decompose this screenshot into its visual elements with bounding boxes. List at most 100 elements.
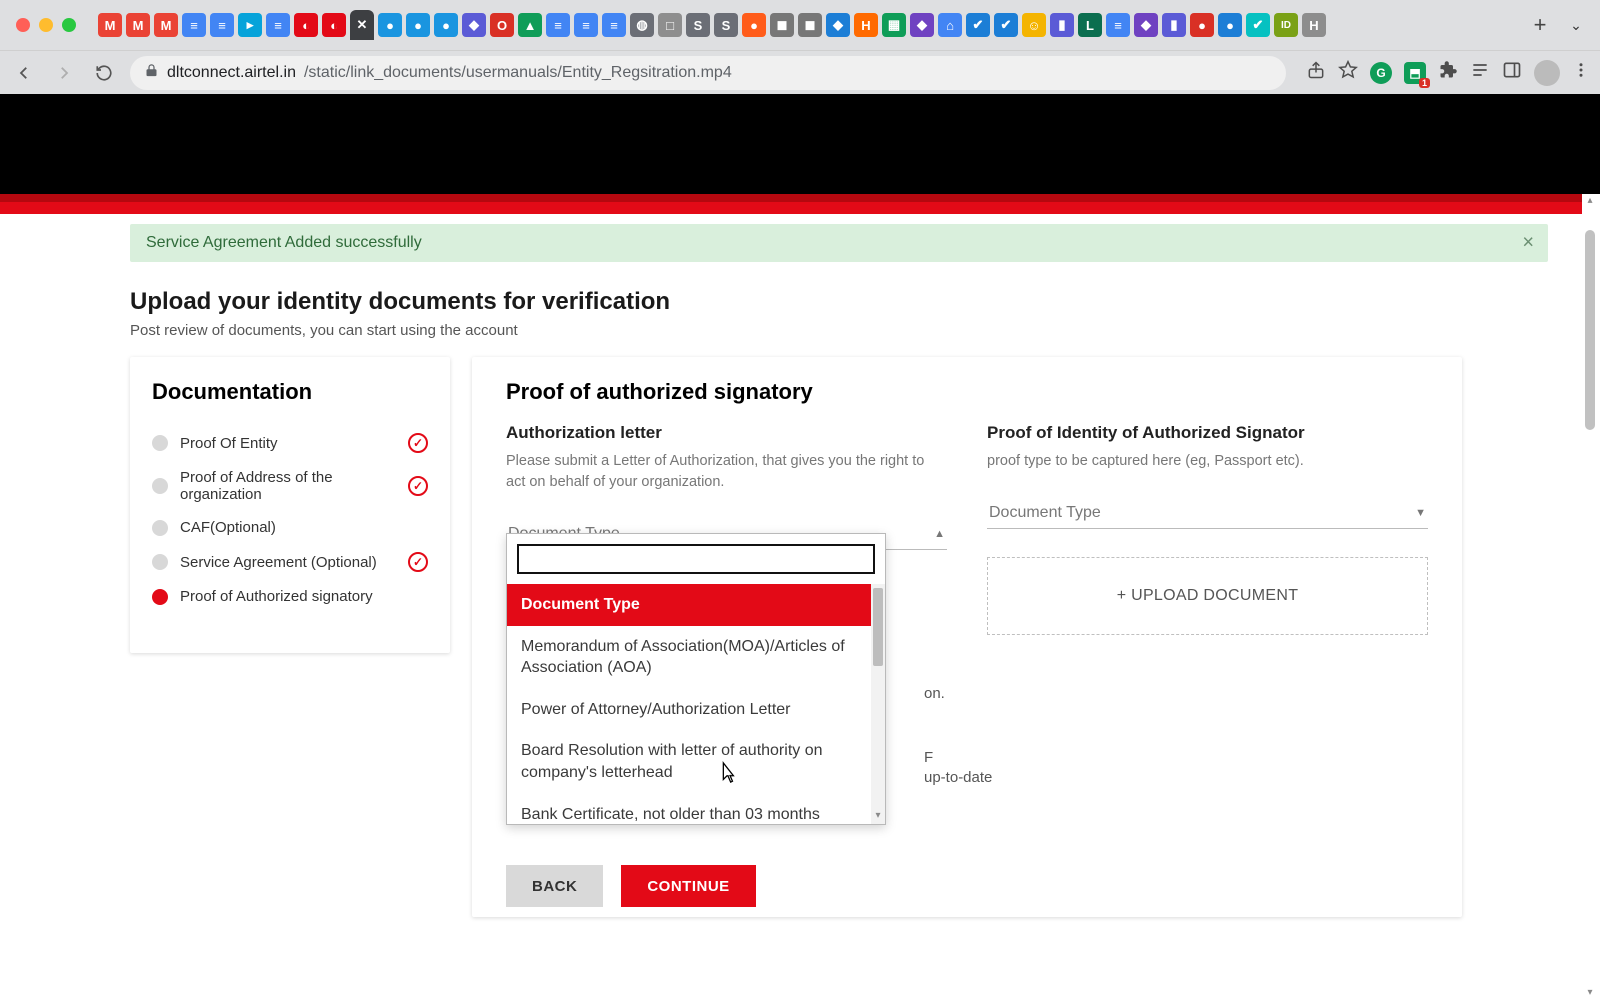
reload-button[interactable] xyxy=(90,59,118,87)
back-button[interactable]: BACK xyxy=(506,865,603,907)
browser-tab[interactable]: H xyxy=(1302,13,1326,37)
share-icon[interactable] xyxy=(1306,60,1326,85)
page-subtitle: Post review of documents, you can start … xyxy=(130,322,1582,339)
tab-strip: MMM≡≡▸≡◐◐✕●●●◆O▲≡≡≡◍□SS●◼◼◆H▦◆⌂✔✔☺▮L≡◆▮●… xyxy=(98,10,1518,40)
browser-tab[interactable]: ✔ xyxy=(1246,13,1270,37)
browser-tab[interactable]: ◼ xyxy=(770,13,794,37)
browser-tab[interactable]: ✔ xyxy=(994,13,1018,37)
profile-avatar[interactable] xyxy=(1534,60,1560,86)
forward-button[interactable] xyxy=(50,59,78,87)
close-window-button[interactable] xyxy=(16,18,30,32)
dropdown-search-input[interactable] xyxy=(517,544,875,574)
scroll-up-arrow[interactable]: ▴ xyxy=(1585,196,1595,206)
scroll-down-arrow[interactable]: ▾ xyxy=(1585,988,1595,998)
browser-tab[interactable]: L xyxy=(1078,13,1102,37)
browser-tab[interactable]: ◐ xyxy=(322,13,346,37)
check-icon: ✓ xyxy=(408,433,428,453)
minimize-window-button[interactable] xyxy=(39,18,53,32)
browser-tab[interactable]: ● xyxy=(378,13,402,37)
browser-tab[interactable]: ≡ xyxy=(546,13,570,37)
continue-button[interactable]: CONTINUE xyxy=(621,865,755,907)
browser-tab[interactable]: ● xyxy=(742,13,766,37)
titlebar: MMM≡≡▸≡◐◐✕●●●◆O▲≡≡≡◍□SS●◼◼◆H▦◆⌂✔✔☺▮L≡◆▮●… xyxy=(0,0,1600,50)
dropdown-option[interactable]: Bank Certificate, not older than 03 mont… xyxy=(507,794,885,824)
browser-tab[interactable]: ✕ xyxy=(350,10,374,40)
doc-type-dropdown: Document Type Memorandum of Association(… xyxy=(506,533,886,825)
browser-tab[interactable]: ◆ xyxy=(1134,13,1158,37)
sidebar-step[interactable]: Service Agreement (Optional)✓ xyxy=(152,544,428,580)
browser-tab[interactable]: ≡ xyxy=(182,13,206,37)
browser-tab[interactable]: ✔ xyxy=(966,13,990,37)
browser-tab[interactable]: ▦ xyxy=(882,13,906,37)
alert-close-button[interactable]: × xyxy=(1522,232,1534,255)
maximize-window-button[interactable] xyxy=(62,18,76,32)
side-panel-icon[interactable] xyxy=(1502,60,1522,85)
browser-tab[interactable]: M xyxy=(154,13,178,37)
browser-tab[interactable]: ● xyxy=(1218,13,1242,37)
reading-list-icon[interactable] xyxy=(1470,60,1490,85)
doc-type-select-right[interactable]: Document Type ▼ xyxy=(987,498,1428,529)
browser-tab[interactable]: ◐ xyxy=(294,13,318,37)
upload-document-box[interactable]: + UPLOAD DOCUMENT xyxy=(987,557,1428,635)
dropdown-search-wrap xyxy=(507,534,885,584)
dropdown-option[interactable]: Memorandum of Association(MOA)/Articles … xyxy=(507,626,885,689)
page-scroll-thumb[interactable] xyxy=(1585,230,1595,430)
browser-tab[interactable]: ◆ xyxy=(462,13,486,37)
sidebar-step[interactable]: Proof Of Entity ✓ xyxy=(152,425,428,461)
browser-tab[interactable]: ▮ xyxy=(1050,13,1074,37)
browser-tab[interactable]: M xyxy=(98,13,122,37)
tab-overflow-button[interactable]: ⌄ xyxy=(1562,17,1590,34)
upload-label: + UPLOAD DOCUMENT xyxy=(1117,587,1299,605)
browser-tab[interactable]: ◆ xyxy=(910,13,934,37)
dropdown-option[interactable]: Power of Attorney/Authorization Letter xyxy=(507,689,885,731)
section-title: Proof of authorized signatory xyxy=(506,379,1428,405)
browser-tab[interactable]: S xyxy=(686,13,710,37)
step-label: Proof of Address of the organization xyxy=(180,469,396,503)
step-label: Proof Of Entity xyxy=(180,435,396,452)
grammarly-extension-icon[interactable]: G xyxy=(1370,62,1392,84)
sidebar-step[interactable]: Proof of Authorized signatory xyxy=(152,580,428,613)
browser-tab[interactable]: ≡ xyxy=(1106,13,1130,37)
browser-tab[interactable]: ⌂ xyxy=(938,13,962,37)
address-bar[interactable]: dltconnect.airtel.in/static/link_documen… xyxy=(130,56,1286,90)
dropdown-option-placeholder[interactable]: Document Type xyxy=(507,584,885,626)
browser-tab[interactable]: ◆ xyxy=(826,13,850,37)
browser-tab[interactable]: □ xyxy=(658,13,682,37)
browser-tab[interactable]: ◍ xyxy=(630,13,654,37)
page-scrollbar[interactable]: ▴ ▾ xyxy=(1583,194,1597,1000)
browser-tab[interactable]: ≡ xyxy=(266,13,290,37)
browser-tab[interactable]: S xyxy=(714,13,738,37)
browser-tab[interactable]: ▲ xyxy=(518,13,542,37)
dropdown-scrollbar[interactable] xyxy=(871,584,885,824)
browser-tab[interactable]: ID xyxy=(1274,13,1298,37)
browser-window: MMM≡≡▸≡◐◐✕●●●◆O▲≡≡≡◍□SS●◼◼◆H▦◆⌂✔✔☺▮L≡◆▮●… xyxy=(0,0,1600,1000)
browser-tab[interactable]: M xyxy=(126,13,150,37)
extensions-button[interactable] xyxy=(1438,60,1458,85)
extension-icon[interactable]: ⬒1 xyxy=(1404,62,1426,84)
browser-tab[interactable]: ▮ xyxy=(1162,13,1186,37)
scrollbar-thumb[interactable] xyxy=(873,588,883,666)
back-button[interactable] xyxy=(10,59,38,87)
new-tab-button[interactable]: + xyxy=(1526,11,1554,39)
browser-tab[interactable]: ▸ xyxy=(238,13,262,37)
browser-tab[interactable]: ☺ xyxy=(1022,13,1046,37)
scrollbar-down-arrow[interactable]: ▾ xyxy=(871,810,885,824)
browser-tab[interactable]: ◼ xyxy=(798,13,822,37)
dropdown-option[interactable]: Board Resolution with letter of authorit… xyxy=(507,730,885,793)
browser-tab[interactable]: O xyxy=(490,13,514,37)
sidebar-step[interactable]: Proof of Address of the organization✓ xyxy=(152,461,428,511)
browser-tab[interactable]: H xyxy=(854,13,878,37)
browser-tab[interactable]: ≡ xyxy=(602,13,626,37)
browser-tab[interactable]: ● xyxy=(1190,13,1214,37)
browser-tab[interactable]: ● xyxy=(434,13,458,37)
right-hint: proof type to be captured here (eg, Pass… xyxy=(987,451,1428,472)
page-title: Upload your identity documents for verif… xyxy=(130,288,1582,316)
step-bullet-icon xyxy=(152,554,168,570)
browser-tab[interactable]: ≡ xyxy=(574,13,598,37)
bookmark-icon[interactable] xyxy=(1338,60,1358,85)
kebab-menu-icon[interactable] xyxy=(1572,61,1590,84)
left-heading: Authorization letter xyxy=(506,423,947,443)
sidebar-step[interactable]: CAF(Optional) xyxy=(152,511,428,544)
browser-tab[interactable]: ● xyxy=(406,13,430,37)
browser-tab[interactable]: ≡ xyxy=(210,13,234,37)
